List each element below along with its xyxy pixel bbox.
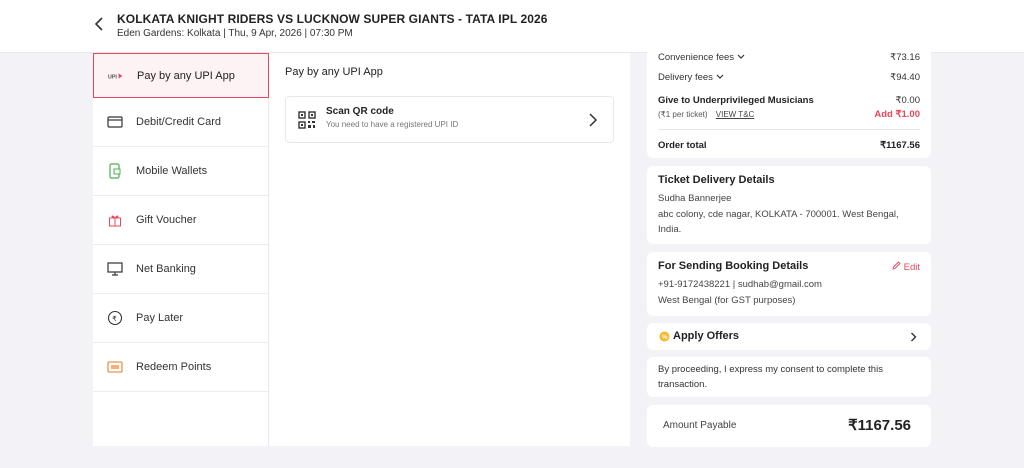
menu-item-label: Redeem Points (136, 361, 212, 373)
order-total-label: Order total (658, 140, 707, 151)
add-donation-button[interactable]: Add ₹1.00 (874, 109, 920, 120)
chevron-right-icon (589, 113, 598, 127)
svg-text:₹: ₹ (112, 315, 117, 323)
view-tc-link[interactable]: VIEW T&C (716, 110, 755, 119)
upi-icon: UPI (108, 68, 124, 84)
qr-code-icon (298, 111, 316, 129)
donation-value: ₹0.00 (895, 95, 920, 106)
scan-qr-subtitle: You need to have a registered UPI ID (326, 120, 459, 129)
edit-button[interactable]: Edit (892, 261, 920, 273)
menu-item-card[interactable]: Debit/Credit Card (93, 98, 269, 147)
wallet-icon (107, 163, 123, 179)
consent-line1: By proceeding, I express my consent to c… (658, 364, 883, 375)
delivery-name: Sudha Bannerjee (658, 193, 732, 204)
delivery-fees-value: ₹94.40 (890, 72, 920, 83)
amount-payable-label: Amount Payable (663, 420, 737, 431)
payment-panel: UPI Pay by any UPI App Debit/Credit Card… (93, 53, 630, 446)
menu-item-label: Net Banking (136, 263, 196, 275)
payment-method-menu: UPI Pay by any UPI App Debit/Credit Card… (93, 53, 269, 446)
event-title: KOLKATA KNIGHT RIDERS VS LUCKNOW SUPER G… (117, 12, 548, 26)
points-icon (107, 359, 123, 375)
convenience-fees-label: Convenience fees (658, 52, 735, 63)
consent-line2: transaction. (658, 379, 708, 390)
donation-note-row: (₹1 per ticket) VIEW T&C (658, 110, 754, 119)
donation-label: Give to Underprivileged Musicians (658, 95, 814, 106)
back-button[interactable] (90, 14, 110, 34)
amount-payable-value: ₹1167.56 (848, 417, 911, 434)
summary-divider (658, 129, 920, 130)
menu-item-wallets[interactable]: Mobile Wallets (93, 147, 269, 196)
booking-contact: +91-9172438221 | sudhab@gmail.com (658, 279, 822, 290)
menu-item-label: Pay by any UPI App (137, 69, 235, 82)
donation-note: (₹1 per ticket) (658, 110, 708, 119)
gift-icon (107, 212, 123, 228)
convenience-fees-value: ₹73.16 (890, 52, 920, 63)
booking-details-card: For Sending Booking Details Edit +91-917… (647, 252, 931, 316)
menu-item-points[interactable]: Redeem Points (93, 343, 269, 392)
convenience-fees-toggle[interactable]: Convenience fees (658, 52, 745, 63)
menu-item-label: Pay Later (136, 312, 184, 324)
svg-text:%: % (662, 335, 668, 341)
chevron-right-icon (911, 332, 917, 342)
delivery-fees-toggle[interactable]: Delivery fees (658, 72, 724, 83)
menu-item-paylater[interactable]: ₹ Pay Later (93, 294, 269, 343)
offer-icon: % (659, 331, 670, 342)
menu-item-gift[interactable]: Gift Voucher (93, 196, 269, 245)
menu-item-label: Gift Voucher (136, 214, 197, 226)
event-subtitle: Eden Gardens: Kolkata | Thu, 9 Apr, 2026… (117, 28, 353, 39)
chevron-down-icon (716, 74, 723, 79)
scan-qr-option[interactable]: Scan QR code You need to have a register… (285, 96, 614, 143)
delivery-address-line1: abc colony, cde nagar, KOLKATA - 700001.… (658, 209, 899, 220)
pencil-icon (892, 261, 901, 270)
order-summary-card: Convenience fees ₹73.16 Delivery fees ₹9… (647, 40, 931, 158)
order-total-value: ₹1167.56 (880, 140, 920, 151)
ticket-delivery-card: Ticket Delivery Details Sudha Bannerjee … (647, 166, 931, 244)
scan-qr-title: Scan QR code (326, 106, 394, 117)
svg-text:UPI: UPI (108, 74, 117, 80)
menu-item-upi[interactable]: UPI Pay by any UPI App (93, 53, 269, 98)
consent-card: By proceeding, I express my consent to c… (647, 357, 931, 397)
apply-offers-button[interactable]: % Apply Offers (647, 323, 931, 350)
menu-item-label: Mobile Wallets (136, 165, 208, 177)
ticket-delivery-title: Ticket Delivery Details (658, 174, 775, 186)
edit-label: Edit (903, 262, 920, 273)
upi-section-title: Pay by any UPI App (285, 66, 383, 78)
card-icon (107, 114, 123, 130)
menu-item-netbanking[interactable]: Net Banking (93, 245, 269, 294)
amount-payable-card: Amount Payable ₹1167.56 (647, 405, 931, 447)
delivery-address-line2: India. (658, 224, 682, 235)
clock-icon: ₹ (107, 310, 123, 326)
chevron-down-icon (737, 54, 745, 59)
monitor-icon (107, 261, 123, 277)
apply-offers-label: Apply Offers (673, 330, 740, 342)
booking-details-title: For Sending Booking Details (658, 260, 809, 272)
delivery-fees-label: Delivery fees (658, 72, 713, 83)
back-arrow-icon (94, 17, 103, 31)
booking-state: West Bengal (for GST purposes) (658, 295, 796, 306)
menu-item-label: Debit/Credit Card (136, 116, 221, 128)
